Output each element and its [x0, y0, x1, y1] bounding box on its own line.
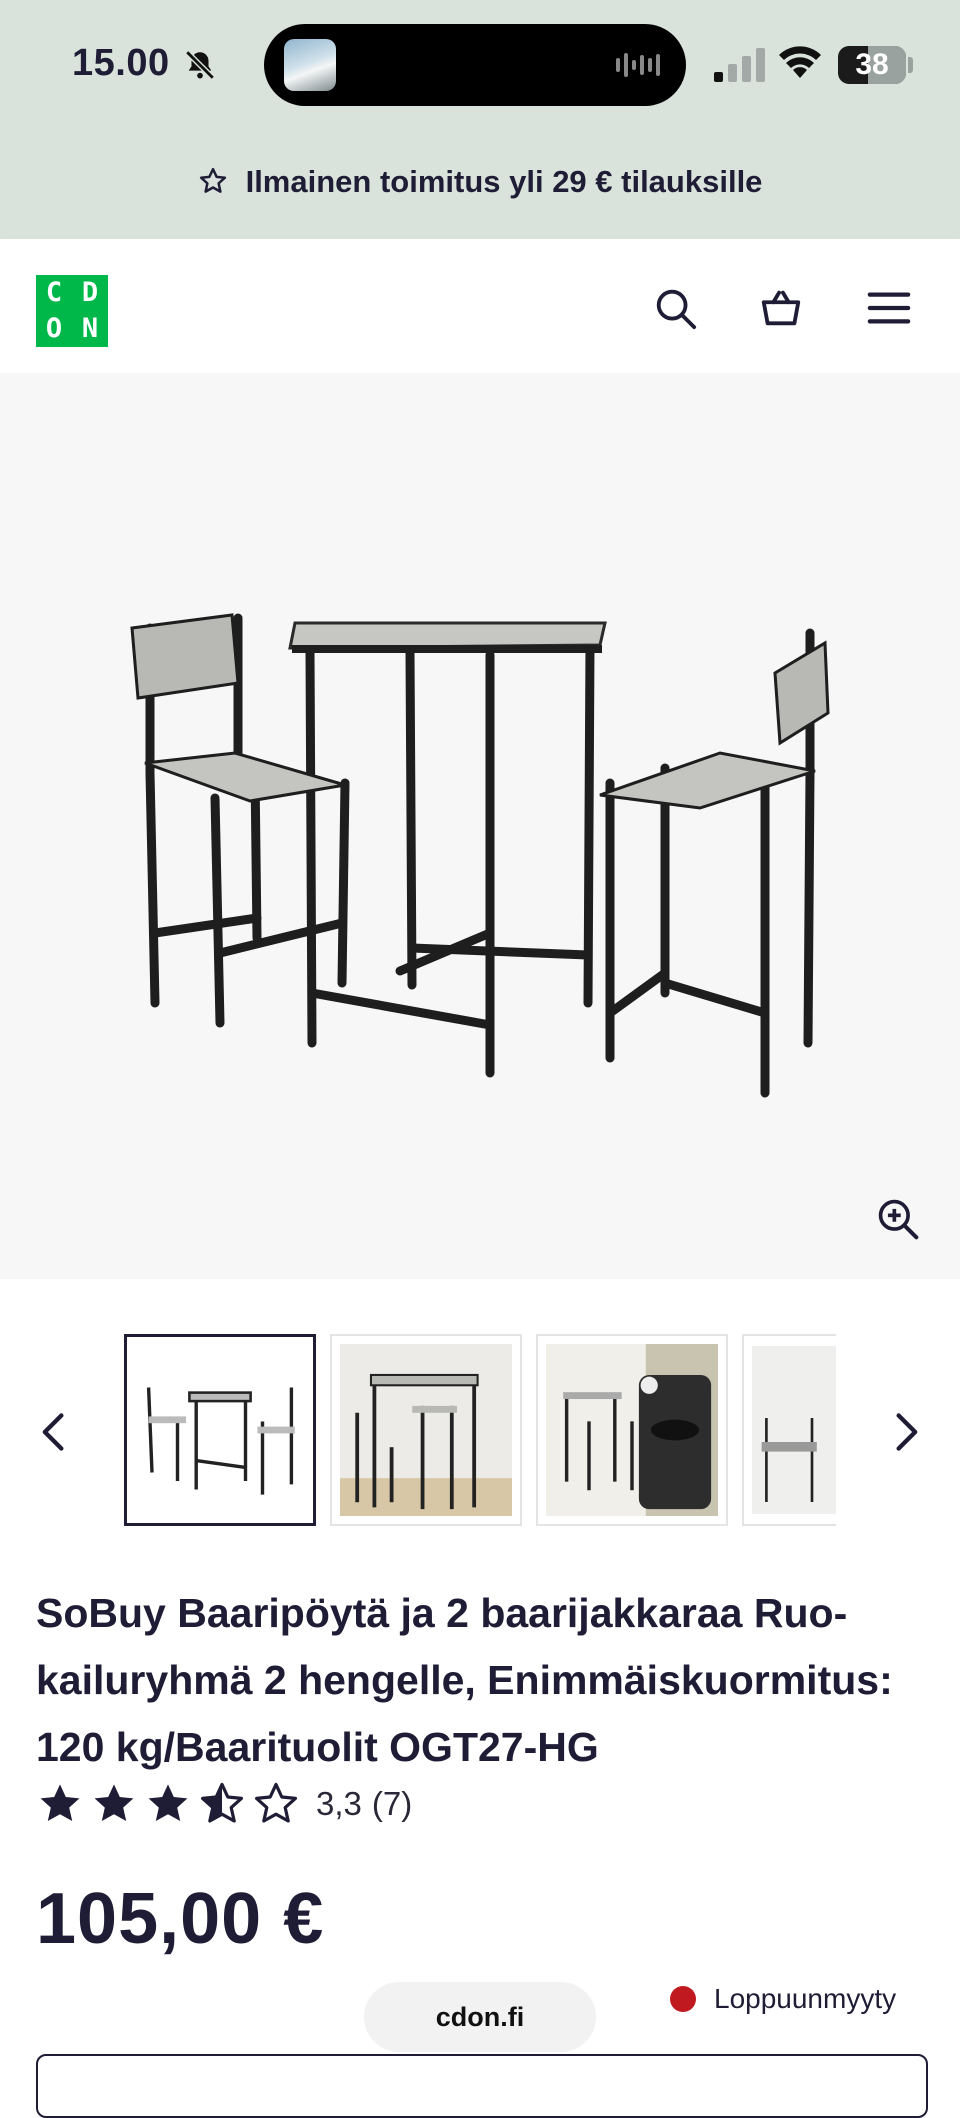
now-playing-artwork — [284, 39, 336, 91]
basket-icon[interactable] — [758, 285, 804, 331]
chevron-right-icon[interactable] — [886, 1410, 926, 1454]
stock-status-text: Loppuunmyyty — [714, 1983, 897, 2014]
thumbnail-1[interactable] — [124, 1334, 316, 1526]
product-gallery[interactable] — [0, 373, 960, 1279]
site-header: CD ON — [0, 239, 960, 373]
star-empty-icon — [255, 1782, 297, 1823]
star-full-icon — [94, 1784, 134, 1821]
star-half-icon — [201, 1782, 243, 1823]
thumbnail-image — [340, 1344, 512, 1516]
action-box[interactable] — [36, 2054, 928, 2118]
battery-indicator: 38 — [838, 46, 906, 84]
dynamic-island[interactable] — [264, 24, 686, 106]
star-full-icon — [40, 1784, 80, 1821]
browser-url-bar[interactable]: cdon.fi — [364, 1982, 596, 2052]
product-image[interactable] — [120, 603, 840, 1123]
thumbnail-image — [752, 1346, 836, 1514]
zoom-in-icon[interactable] — [876, 1197, 920, 1241]
product-title: SoBuy Baaripöytä ja 2 baarijakkaraa Ruo­… — [36, 1590, 893, 1770]
thumbnail-image — [546, 1344, 718, 1516]
rating-count: (7) — [371, 1785, 413, 1822]
thumbnail-2[interactable] — [330, 1334, 522, 1526]
free-shipping-banner: Ilmainen toimitus yli 29 € tilauksille — [0, 164, 960, 200]
thumbnail-4[interactable] — [742, 1334, 836, 1526]
cellular-signal-icon — [714, 48, 765, 82]
rating-value: 3,3 — [316, 1785, 362, 1822]
wifi-icon — [779, 46, 821, 78]
status-dot — [670, 1986, 696, 2012]
search-icon[interactable] — [652, 285, 698, 331]
chevron-left-icon[interactable] — [34, 1410, 74, 1454]
menu-icon[interactable] — [866, 285, 912, 331]
thumbnail-image — [146, 1387, 295, 1495]
product-price: 105,00 € — [36, 1879, 325, 1959]
audio-wave-icon — [616, 53, 660, 77]
stock-status: Loppuunmyyty — [670, 1983, 896, 2015]
thumbnail-3[interactable] — [536, 1334, 728, 1526]
promo-text: Ilmainen toimitus yli 29 € tilauksille — [245, 164, 763, 199]
product-rating[interactable]: 3,3 (7) — [36, 1780, 412, 1828]
star-full-icon — [148, 1784, 188, 1821]
thumbnail-carousel — [0, 1334, 960, 1530]
status-time: 15.00 — [72, 42, 170, 84]
star-outline-icon — [199, 167, 226, 193]
bell-muted-icon — [185, 50, 215, 80]
cdon-logo[interactable]: CD ON — [36, 275, 108, 347]
